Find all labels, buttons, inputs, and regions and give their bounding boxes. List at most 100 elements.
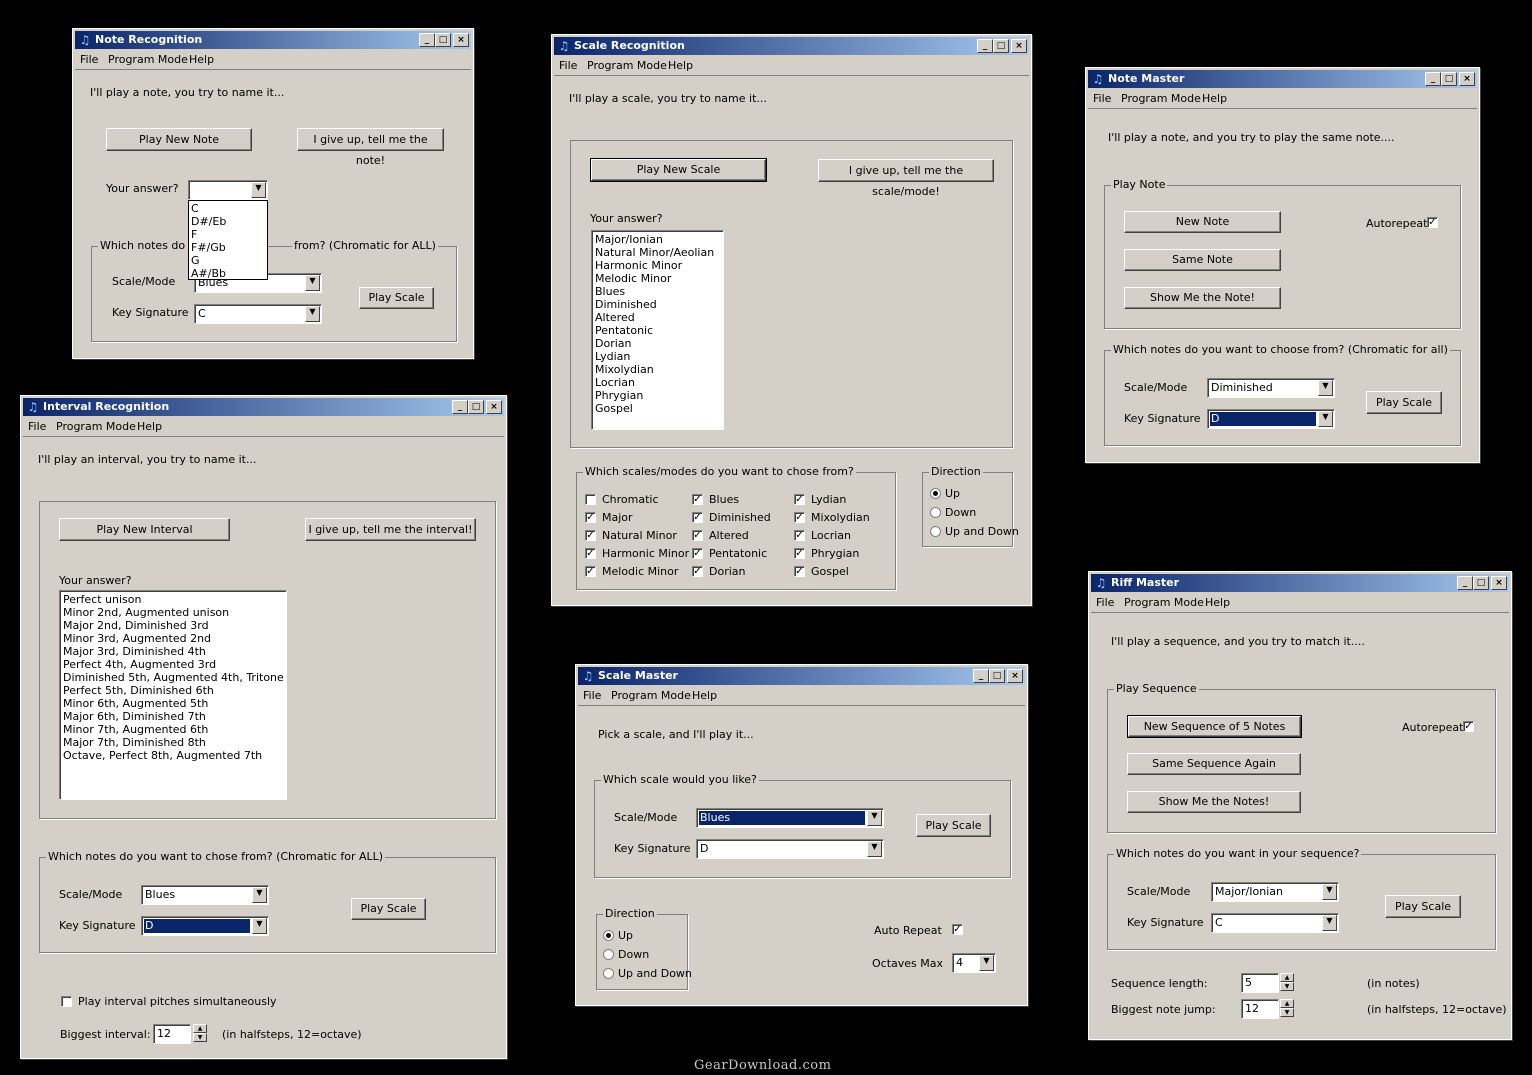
- menu-file[interactable]: File: [583, 689, 601, 702]
- chevron-down-icon[interactable]: ▼: [252, 887, 267, 903]
- list-item[interactable]: Lydian: [595, 350, 720, 363]
- scale-checkbox[interactable]: ✓: [692, 494, 703, 505]
- menu-program-mode[interactable]: Program Mode: [56, 420, 136, 433]
- same-sequence-button[interactable]: Same Sequence Again: [1127, 753, 1301, 775]
- autorepeat-checkbox[interactable]: ✓: [1427, 217, 1438, 228]
- direction-down-radio[interactable]: [930, 507, 941, 518]
- list-item[interactable]: Minor 7th, Augmented 6th: [63, 723, 283, 736]
- menu-help[interactable]: Help: [692, 689, 717, 702]
- play-scale-button[interactable]: Play Scale: [1366, 391, 1442, 414]
- minimize-icon[interactable]: _: [1425, 72, 1441, 86]
- list-item[interactable]: Melodic Minor: [595, 272, 720, 285]
- chevron-down-icon[interactable]: ▼: [1322, 915, 1337, 931]
- chevron-down-icon[interactable]: ▼: [1322, 884, 1337, 900]
- maximize-icon[interactable]: □: [989, 669, 1005, 683]
- list-item[interactable]: Harmonic Minor: [595, 259, 720, 272]
- scale-checkbox[interactable]: ✓: [794, 566, 805, 577]
- list-item[interactable]: Major 7th, Diminished 8th: [63, 736, 283, 749]
- list-item[interactable]: Diminished 5th, Augmented 4th, Tritone: [63, 671, 284, 684]
- scale-checkbox[interactable]: ✓: [692, 512, 703, 523]
- list-item[interactable]: Major/Ionian: [595, 233, 720, 246]
- minimize-icon[interactable]: _: [452, 400, 468, 414]
- chevron-down-icon[interactable]: ▼: [1318, 411, 1333, 427]
- scale-answer-list[interactable]: Major/Ionian Natural Minor/Aeolian Harmo…: [591, 230, 724, 430]
- minimize-icon[interactable]: _: [973, 669, 989, 683]
- interval-recognition-titlebar[interactable]: ♫ Interval Recognition _ □ ×: [23, 398, 504, 416]
- scale-checkbox[interactable]: ✓: [692, 530, 703, 541]
- list-item[interactable]: Perfect 5th, Diminished 6th: [63, 684, 283, 697]
- answer-dropdown-list[interactable]: C D#/Eb F F#/Gb G A#/Bb: [188, 200, 268, 280]
- scale-checkbox[interactable]: ✓: [692, 566, 703, 577]
- list-item[interactable]: Major 2nd, Diminished 3rd: [63, 619, 283, 632]
- scale-mode-combo[interactable]: Diminished ▼: [1207, 378, 1335, 398]
- chevron-down-icon[interactable]: ▼: [1318, 380, 1333, 396]
- biggest-jump-spinner[interactable]: 12: [1241, 999, 1279, 1019]
- octaves-max-combo[interactable]: 4 ▼: [952, 953, 996, 973]
- menu-program-mode[interactable]: Program Mode: [611, 689, 691, 702]
- chevron-down-icon[interactable]: ▼: [305, 275, 320, 291]
- spin-up-icon[interactable]: ▲: [1280, 999, 1294, 1008]
- menu-help[interactable]: Help: [668, 59, 693, 72]
- menu-program-mode[interactable]: Program Mode: [587, 59, 667, 72]
- scale-checkbox[interactable]: [585, 494, 596, 505]
- minimize-icon[interactable]: _: [419, 33, 435, 47]
- scale-mode-combo[interactable]: Major/Ionian ▼: [1211, 882, 1339, 902]
- scale-checkbox[interactable]: ✓: [794, 530, 805, 541]
- give-up-button[interactable]: I give up, tell me the scale/mode!: [818, 159, 994, 198]
- list-item[interactable]: Dorian: [595, 337, 720, 350]
- play-new-scale-button[interactable]: Play New Scale: [590, 158, 767, 182]
- key-signature-combo[interactable]: C ▼: [1211, 913, 1339, 933]
- dropdown-option[interactable]: A#/Bb: [191, 267, 265, 280]
- close-icon[interactable]: ×: [453, 33, 469, 47]
- list-item[interactable]: Phrygian: [595, 389, 720, 402]
- new-note-button[interactable]: New Note: [1124, 211, 1281, 233]
- spin-down-icon[interactable]: ▼: [1280, 1008, 1294, 1017]
- direction-both-radio[interactable]: [930, 526, 941, 537]
- menu-program-mode[interactable]: Program Mode: [1124, 596, 1204, 609]
- close-icon[interactable]: ×: [1007, 669, 1023, 683]
- close-icon[interactable]: ×: [1011, 39, 1027, 53]
- maximize-icon[interactable]: □: [1441, 72, 1457, 86]
- scale-checkbox[interactable]: ✓: [585, 512, 596, 523]
- answer-combo[interactable]: ▼: [188, 180, 268, 200]
- riff-master-titlebar[interactable]: ♫ Riff Master _ □ ×: [1091, 574, 1509, 592]
- play-scale-button[interactable]: Play Scale: [351, 898, 426, 920]
- chevron-down-icon[interactable]: ▼: [979, 955, 994, 971]
- menu-file[interactable]: File: [559, 59, 577, 72]
- scale-checkbox[interactable]: ✓: [794, 512, 805, 523]
- menu-program-mode[interactable]: Program Mode: [1121, 92, 1201, 105]
- sequence-length-spinner[interactable]: 5: [1241, 973, 1279, 993]
- list-item[interactable]: Locrian: [595, 376, 720, 389]
- dropdown-option[interactable]: D#/Eb: [191, 215, 265, 228]
- biggest-jump-spin-buttons[interactable]: ▲ ▼: [1280, 999, 1294, 1017]
- minimize-icon[interactable]: _: [1457, 576, 1473, 590]
- list-item[interactable]: Octave, Perfect 8th, Augmented 7th: [63, 749, 283, 762]
- dropdown-option[interactable]: F: [191, 228, 265, 241]
- menu-file[interactable]: File: [28, 420, 46, 433]
- scale-checkbox[interactable]: ✓: [585, 530, 596, 541]
- menu-file[interactable]: File: [80, 53, 98, 66]
- auto-repeat-checkbox[interactable]: ✓: [952, 924, 963, 935]
- maximize-icon[interactable]: □: [468, 400, 484, 414]
- new-sequence-button[interactable]: New Sequence of 5 Notes: [1127, 715, 1302, 738]
- direction-up-radio[interactable]: [603, 930, 614, 941]
- menu-program-mode[interactable]: Program Mode: [108, 53, 188, 66]
- chevron-down-icon[interactable]: ▼: [252, 918, 267, 934]
- same-note-button[interactable]: Same Note: [1124, 249, 1281, 271]
- minimize-icon[interactable]: _: [977, 39, 993, 53]
- interval-answer-list[interactable]: Perfect unison Minor 2nd, Augmented unis…: [59, 590, 287, 800]
- direction-both-radio[interactable]: [603, 968, 614, 979]
- play-scale-button[interactable]: Play Scale: [359, 287, 434, 309]
- scale-recognition-titlebar[interactable]: ♫ Scale Recognition _ □ ×: [554, 37, 1029, 55]
- key-signature-combo[interactable]: C ▼: [194, 304, 322, 324]
- spin-up-icon[interactable]: ▲: [1280, 973, 1294, 982]
- give-up-button[interactable]: I give up, tell me the interval!: [305, 518, 476, 541]
- scale-checkbox[interactable]: ✓: [585, 548, 596, 559]
- chevron-down-icon[interactable]: ▼: [251, 182, 266, 198]
- key-signature-combo[interactable]: D ▼: [141, 916, 269, 936]
- scale-checkbox[interactable]: ✓: [692, 548, 703, 559]
- direction-up-radio[interactable]: [930, 488, 941, 499]
- dropdown-option[interactable]: F#/Gb: [191, 241, 265, 254]
- menu-file[interactable]: File: [1096, 596, 1114, 609]
- play-new-interval-button[interactable]: Play New Interval: [59, 518, 230, 541]
